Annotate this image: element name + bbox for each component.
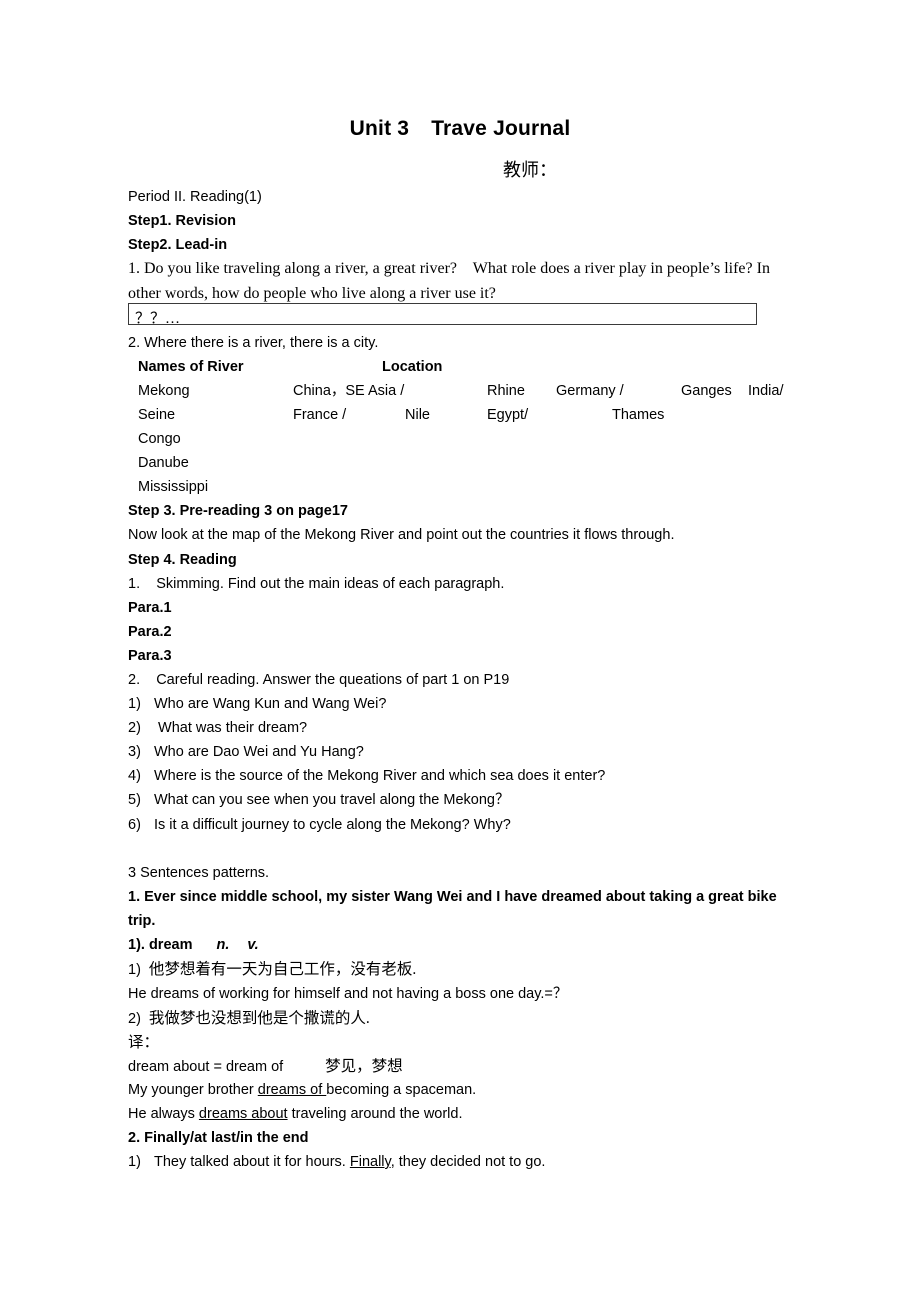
table-row-location-1: France / [293, 407, 347, 423]
question-number-4: 4) [128, 768, 141, 784]
question-text-3: Who are Dao Wei and Yu Hang? [154, 744, 364, 760]
table-row-river-0: Mekong [138, 383, 190, 399]
question-number-5: 5) [128, 792, 141, 808]
river-extra-egypt: Egypt/ [487, 407, 529, 423]
title-topic: Trave Journal [431, 117, 571, 140]
teacher-label: 教师： [503, 160, 557, 180]
finally-heading: 2. Finally/at last/in the end [128, 1130, 309, 1146]
question-item-6: 6) Is it a difficult journey to cycle alo… [128, 818, 511, 833]
answer-box[interactable]: ？？… [128, 303, 757, 327]
world-example-prefix: He always [128, 1106, 199, 1122]
period-line: Period II. Reading(1) [128, 189, 262, 205]
question-number-2: 2) [128, 720, 141, 736]
finally-example-suffix: , they decided not to go. [390, 1154, 546, 1170]
pattern-1-line-1: 1. Ever since middle school, my sister W… [128, 889, 777, 905]
question-text-2: What was their dream? [154, 720, 308, 736]
dream-about-equivalence: dream about = dream of 梦见，梦想 [128, 1059, 403, 1075]
question-item-1: 1) Who are Wang Kun and Wang Wei? [128, 697, 386, 712]
question-text-1: Who are Wang Kun and Wang Wei? [154, 696, 387, 712]
chinese-example-1: 1) 他梦想着有一天为自己工作，没有老板. [128, 962, 416, 978]
question-text-5: What can you see when you travel along t… [154, 792, 510, 808]
world-example-underlined: dreams about [198, 1106, 288, 1122]
world-example-suffix: traveling around the world. [287, 1106, 463, 1122]
table-row-river-3: Danube [138, 455, 189, 471]
step3-text: Now look at the map of the Mekong River … [128, 527, 675, 543]
where-river-line: 2. Where there is a river, there is a ci… [128, 335, 379, 351]
para-3: Para.3 [128, 648, 172, 664]
translate-label: 译： [128, 1034, 160, 1051]
chinese-example-1-number: 1) [128, 962, 141, 978]
table-row-river-1: Seine [138, 407, 176, 423]
river-extra-india: India/ [748, 383, 784, 399]
world-example: He always dreams about traveling around … [128, 1107, 463, 1122]
question-number-1: 1) [128, 696, 141, 712]
para-2: Para.2 [128, 624, 172, 640]
title-unit: Unit 3 [349, 117, 410, 140]
answer-box-text: ？？… [135, 311, 181, 327]
step2-heading: Step2. Lead-in [128, 237, 228, 253]
page-title: Unit 3 Trave Journal [0, 117, 920, 141]
english-example-1: He dreams of working for himself and not… [128, 986, 568, 1002]
question-item-3: 3) Who are Dao Wei and Yu Hang? [128, 745, 364, 760]
step1-heading: Step1. Revision [128, 213, 236, 229]
chinese-example-1-text: 他梦想着有一天为自己工作，没有老板. [148, 961, 417, 978]
spaceman-example-underlined: dreams of [257, 1082, 327, 1098]
question-number-3: 3) [128, 744, 141, 760]
para-1: Para.1 [128, 600, 172, 616]
spaceman-example-prefix: My younger brother [128, 1082, 258, 1098]
finally-example-underlined: Finally [349, 1154, 391, 1170]
dream-about-equivalence-cn: 梦见，梦想 [325, 1058, 403, 1075]
question-text-4: Where is the source of the Mekong River … [154, 768, 606, 784]
river-extra-thames: Thames [612, 407, 665, 423]
chinese-example-2-number: 2) [128, 1011, 141, 1027]
question-number-6: 6) [128, 817, 141, 833]
sentences-patterns-heading: 3 Sentences patterns. [128, 865, 270, 881]
dream-entry-word: 1). dream [128, 937, 193, 953]
river-extra-ganges: Ganges [681, 383, 732, 399]
river-table-header-names: Names of River [138, 359, 244, 375]
careful-reading-line: 2. Careful reading. Answer the queations… [128, 672, 510, 688]
spaceman-example: My younger brother dreams of becoming a … [128, 1083, 476, 1098]
dream-about-equivalence-en: dream about = dream of [128, 1059, 284, 1075]
finally-example-number: 1) [128, 1154, 141, 1170]
finally-example: 1) They talked about it for hours. Finall… [128, 1155, 545, 1170]
table-row-location-0: China，SE Asia / [293, 383, 405, 399]
chinese-example-2: 2) 我做梦也没想到他是个撒谎的人. [128, 1011, 370, 1027]
table-row-river-4: Mississippi [138, 479, 209, 495]
question-item-2: 2) What was their dream? [128, 721, 307, 736]
step3-heading: Step 3. Pre-reading 3 on page17 [128, 503, 348, 519]
skimming-line: 1. Skimming. Find out the main ideas of … [128, 576, 505, 592]
river-table-header-location: Location [382, 359, 443, 375]
river-extra-germany: Germany / [556, 383, 624, 399]
question-item-4: 4) Where is the source of the Mekong Rive… [128, 769, 605, 784]
step4-heading: Step 4. Reading [128, 552, 237, 568]
chinese-example-2-text: 我做梦也没想到他是个撒谎的人. [148, 1010, 370, 1027]
dream-pos-verb: v. [247, 937, 259, 953]
finally-example-prefix: They talked about it for hours. [154, 1154, 350, 1170]
dream-entry-line: 1). dream n. v. [128, 938, 259, 953]
river-extra-rhine: Rhine [487, 383, 525, 399]
lead-in-line-1: 1. Do you like traveling along a river, … [128, 260, 770, 277]
lead-in-line-2: other words, how do people who live alon… [128, 285, 496, 302]
dream-pos-noun: n. [216, 937, 230, 953]
spaceman-example-suffix: becoming a spaceman. [326, 1082, 477, 1098]
document-page: Unit 3 Trave Journal 教师： Period II. Readi… [0, 0, 920, 1302]
pattern-1-line-2: trip. [128, 913, 156, 929]
table-row-river-2: Congo [138, 431, 181, 447]
river-extra-nile: Nile [405, 407, 430, 423]
question-text-6: Is it a difficult journey to cycle along… [154, 817, 511, 833]
question-item-5: 5) What can you see when you travel along… [128, 793, 509, 808]
